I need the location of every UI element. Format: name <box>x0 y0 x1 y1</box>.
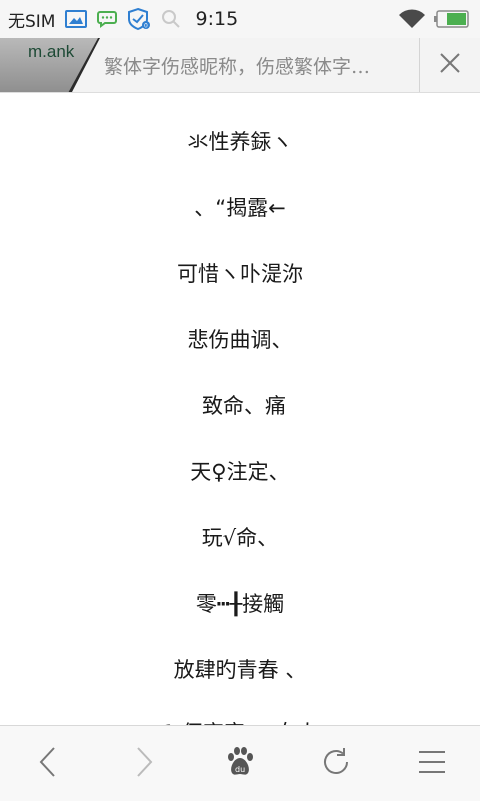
nickname-line: 可惜ヽ卟湜沵 <box>177 262 303 286</box>
close-button[interactable] <box>419 38 480 92</box>
nickname-line: 玩√命、 <box>201 526 279 550</box>
menu-button[interactable] <box>384 726 480 801</box>
message-icon <box>97 10 118 28</box>
baidu-icon: du <box>224 746 256 782</box>
back-button[interactable] <box>0 726 96 801</box>
baidu-button[interactable]: du <box>192 726 288 801</box>
back-icon <box>38 746 58 782</box>
refresh-icon <box>321 747 351 781</box>
gallery-icon <box>65 10 88 28</box>
domain-tab[interactable]: m.ank <box>0 38 100 92</box>
nickname-line: 1 佪衰客 ⊙ 女人 <box>0 717 480 725</box>
domain-label: m.ank <box>28 42 75 61</box>
page-title[interactable]: 繁体字伤感昵称，伤感繁体字… <box>104 52 414 79</box>
nickname-line: 悲伤曲调、 <box>187 328 293 352</box>
nickname-line: 氺性养銾ヽ <box>187 130 293 154</box>
svg-text:0: 0 <box>144 23 148 30</box>
nickname-line: 放肆旳青春 、 <box>173 658 307 682</box>
battery-icon <box>434 9 470 29</box>
forward-button[interactable] <box>96 726 192 801</box>
nickname-line: 致命、痛 <box>202 394 286 418</box>
carrier-label: 无SIM <box>8 11 56 32</box>
nickname-line: 天♀注定、 <box>190 460 290 484</box>
search-icon <box>161 9 181 29</box>
forward-icon <box>134 746 154 782</box>
address-bar: m.ank 繁体字伤感昵称，伤感繁体字… <box>0 38 480 93</box>
status-bar: 无SIM 0 9:15 <box>0 0 480 38</box>
refresh-button[interactable] <box>288 726 384 801</box>
shield-icon: 0 <box>127 7 151 31</box>
clock: 9:15 <box>195 8 239 30</box>
svg-text:du: du <box>235 765 245 774</box>
wifi-icon <box>398 8 426 30</box>
close-icon <box>439 52 461 78</box>
nickname-line: 零┅╂接觸 <box>195 592 285 616</box>
nickname-line: 、“揭露← <box>194 196 286 220</box>
menu-icon <box>418 750 446 778</box>
bottom-toolbar: du <box>0 725 480 801</box>
page-content: 氺性养銾ヽ 、“揭露← 可惜ヽ卟湜沵 悲伤曲调、 致命、痛 天♀注定、 玩√命、… <box>0 92 480 725</box>
